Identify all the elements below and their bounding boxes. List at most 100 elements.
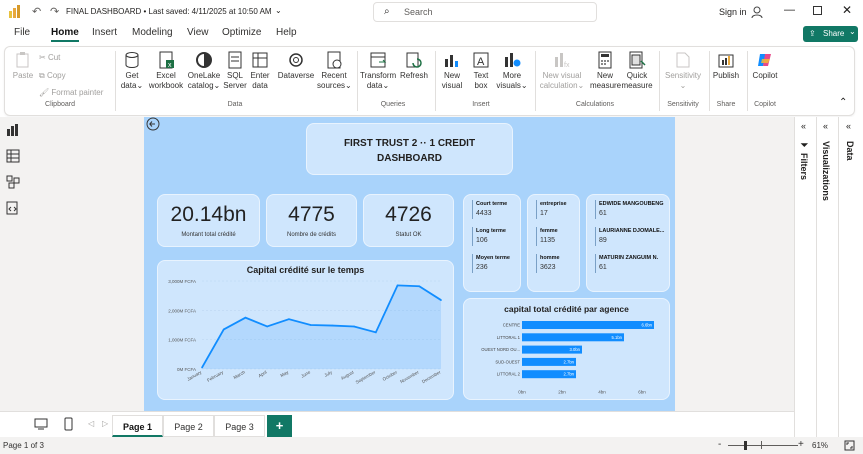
x-tick-label: May [280,369,291,378]
redo-icon[interactable]: ↷ [50,5,59,18]
transform-data-button[interactable]: Transform data⌄ [360,51,396,91]
data-point [331,324,334,327]
kpi-value: 4775 [288,203,335,226]
chevrons-left-icon[interactable]: « [846,121,851,131]
refresh-button[interactable]: Refresh [398,51,430,81]
minimize-icon[interactable]: — [784,4,795,16]
new-measure-label-2: measure [590,81,622,90]
cut-button[interactable]: ✂ Cut [39,53,60,62]
maximize-icon[interactable] [813,6,822,15]
back-arrow-icon[interactable] [146,117,160,131]
chevron-down-icon[interactable]: ⌄ [275,6,282,15]
zoom-out-button[interactable]: - [718,439,721,450]
y-tick-label: 0M FCFA [177,367,196,372]
svg-text:fx: fx [564,62,570,69]
recent-sources-icon [327,51,342,69]
tab-home[interactable]: Home [51,27,79,42]
tab-optimize[interactable]: Optimize [222,27,261,38]
tab-help[interactable]: Help [276,27,297,38]
get-data-button[interactable]: Get data⌄ [119,51,145,91]
page-tab-1[interactable]: Page 1 [112,415,163,437]
term-breakdown-card[interactable]: Court terme 4433 Long terme 106 Moyen term… [463,194,521,292]
kpi-card-total-amount[interactable]: 20.14bn Montant total crédité [157,194,260,247]
category-label: LITTORAL 2 [497,372,521,377]
page-tab-2[interactable]: Page 2 [163,415,214,437]
quick-measure-button[interactable]: Quick measure [621,51,653,91]
mobile-layout-icon[interactable] [64,417,74,431]
sensitivity-button[interactable]: Sensitivity ⌄ [661,51,705,91]
group-insert-label: Insert [472,101,490,108]
close-icon[interactable]: ✕ [842,3,852,17]
transform-label-2: data [366,81,383,90]
sign-in-link[interactable]: Sign in [719,7,747,17]
paste-label: Paste [12,71,34,80]
onelake-catalog-button[interactable]: OneLake catalog⌄ [186,51,222,91]
type-label: entreprise [540,201,567,207]
zoom-slider[interactable] [728,445,798,446]
new-visual-button[interactable]: New visual [439,51,465,91]
new-visual-calculation-button[interactable]: fx New visual calculation⌄ [537,51,587,91]
kpi-card-credit-count[interactable]: 4775 Nombre de crédits [266,194,357,247]
report-view-icon[interactable] [6,123,20,137]
data-point [309,324,312,326]
type-value: 1135 [540,237,556,244]
undo-icon[interactable]: ↶ [32,5,41,18]
desktop-layout-icon[interactable] [34,418,48,430]
client-type-card[interactable]: entreprise 17 femme 1135 homme 3623 [527,194,580,292]
account-icon[interactable] [750,5,764,19]
capital-by-agency-chart[interactable]: capital total crédité par agence 0bn 2bn 4… [463,298,670,400]
prev-page-icon[interactable]: ◁ [88,419,94,428]
format-painter-button[interactable]: 🖌 Format painter [39,88,103,97]
filters-pane[interactable]: « ⏷ Filters [794,117,816,437]
chevrons-left-icon[interactable]: « [823,121,828,131]
ribbon-divider [747,51,748,111]
calculator-icon [598,51,612,69]
dax-query-view-icon[interactable] [6,201,20,215]
collapse-ribbon-icon[interactable]: ⌃ [839,97,847,108]
top-clients-card[interactable]: EDWIDE MANGOUBENG 61 LAURIANNE DJOMALE...… [586,194,670,292]
refresh-label: Refresh [399,71,428,80]
capital-over-time-chart[interactable]: Capital crédité sur le temps 0M FCFA 1,00… [157,260,454,400]
visualizations-pane[interactable]: « Visualizations [816,117,838,437]
zoom-in-button[interactable]: + [798,439,804,450]
share-button[interactable]: ⇪ Share ⌄ [803,26,858,42]
tab-modeling[interactable]: Modeling [132,27,173,38]
copilot-button[interactable]: Copilot [749,51,781,81]
recent-sources-button[interactable]: Recent sources⌄ [317,51,352,91]
table-view-icon[interactable] [6,149,20,163]
new-measure-button[interactable]: New measure [590,51,622,91]
data-pane[interactable]: « Data [838,117,863,437]
ribbon: Paste ✂ Cut ⧉ Copy 🖌 Format painter Clip… [4,46,855,116]
kpi-label: Montant total crédité [181,232,236,238]
transform-label-1: Transform [360,71,397,80]
chevrons-left-icon[interactable]: « [801,121,806,131]
zoom-slider-handle[interactable] [744,441,747,450]
add-page-button[interactable]: + [267,415,292,437]
copilot-icon [758,54,771,66]
sql-server-button[interactable]: SQL Server [223,51,247,91]
text-box-button[interactable]: A Text box [468,51,494,91]
paste-button[interactable]: Paste [11,51,35,81]
enter-data-button[interactable]: Enter data [248,51,272,91]
dataverse-icon [289,53,303,67]
kpi-card-status-ok[interactable]: 4726 Statut OK [363,194,454,247]
client-value: 61 [599,210,607,217]
next-page-icon[interactable]: ▷ [102,419,108,428]
search-box[interactable]: ⌕ Search [373,2,597,22]
copy-button[interactable]: ⧉ Copy [39,71,66,81]
tab-file[interactable]: File [14,27,30,38]
dataverse-button[interactable]: Dataverse [275,51,317,81]
model-view-icon[interactable] [6,175,20,189]
publish-button[interactable]: Publish [711,51,741,81]
excel-label-2: workbook [148,81,184,90]
x-tick-label: 6bn [638,390,646,395]
page-tab-3[interactable]: Page 3 [214,415,265,437]
client-value: 89 [599,237,607,244]
client-value: 61 [599,264,607,271]
more-visuals-button[interactable]: More visuals⌄ [495,51,529,91]
excel-workbook-button[interactable]: x Excel workbook [147,51,185,91]
data-point [266,325,268,328]
tab-insert[interactable]: Insert [92,27,117,38]
fit-to-page-icon[interactable] [844,440,855,451]
tab-view[interactable]: View [187,27,209,38]
